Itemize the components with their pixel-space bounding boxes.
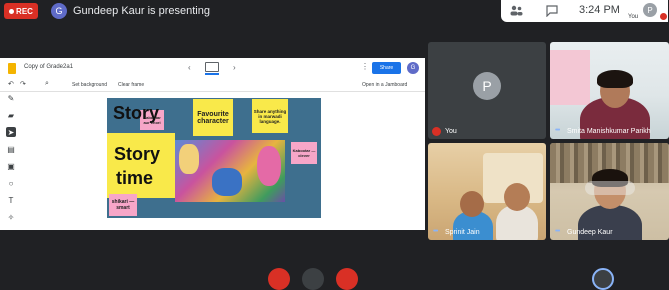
image-tool-icon[interactable]: ▣	[6, 161, 16, 171]
open-in-jamboard-button[interactable]: Open in a Jamboard	[362, 82, 407, 88]
story-title-line1: Story	[113, 103, 160, 123]
user-avatar[interactable]: P	[643, 3, 657, 17]
sticky-note-shikari[interactable]: shikari — smart	[109, 194, 137, 216]
participant-name: Sprinit Jain	[445, 229, 480, 236]
presenter-avatar: G	[51, 3, 67, 19]
activities-button[interactable]	[592, 268, 614, 290]
document-user-avatar[interactable]: G	[407, 62, 419, 74]
audio-level-icon: •••	[555, 228, 560, 235]
participant-name: Smita Manishkumar Parikh	[567, 128, 651, 135]
text-box-tool-icon[interactable]: T	[6, 195, 16, 205]
participant-name: Gundeep Kaur	[567, 229, 613, 236]
share-button[interactable]: Share	[372, 62, 401, 74]
audio-level-icon: •••	[433, 228, 438, 235]
wall-poster	[550, 50, 590, 105]
sticky-note-kabootar-clever[interactable]: Kabootar — clever	[291, 142, 317, 164]
document-title[interactable]: Copy of Grade2a1	[24, 64, 73, 70]
presentation-window: Copy of Grade2a1 ‹ › ⋮ Share G ↶ ↷ ⌕ Set…	[0, 58, 425, 230]
record-dot-icon	[9, 8, 15, 14]
participant-name: You	[445, 128, 457, 135]
participant-tile-sprinit[interactable]: ••• Sprinit Jain	[428, 143, 546, 240]
tool-palette: ✎ ▰ ➤ ▤ ▣ ○ T ✧	[4, 93, 18, 223]
notification-badge	[660, 13, 667, 20]
clear-frame-button[interactable]: Clear frame	[118, 82, 144, 88]
next-frame-icon[interactable]: ›	[233, 63, 236, 72]
user-label: You	[628, 14, 639, 20]
tile-controls-overlay[interactable]	[585, 181, 635, 195]
camera-toggle-button[interactable]	[302, 268, 324, 290]
sticky-note-favourite[interactable]: Favourite character	[193, 99, 233, 136]
circle-tool-icon[interactable]: ○	[6, 178, 16, 188]
mic-off-icon	[432, 127, 441, 136]
clock: 3:24 PM	[579, 4, 620, 16]
rec-label: REC	[16, 6, 33, 16]
leave-call-button[interactable]	[336, 268, 358, 290]
more-options-icon[interactable]: ⋮	[361, 62, 369, 71]
frame-indicator-icon[interactable]	[205, 62, 219, 72]
audio-level-icon: •••	[555, 127, 560, 134]
story-title-line2: time	[116, 168, 154, 188]
participant-head	[460, 191, 484, 217]
participant-tile-smita[interactable]: ••• Smita Manishkumar Parikh	[550, 42, 669, 139]
poster-figure	[257, 146, 281, 186]
eraser-tool-icon[interactable]: ▰	[6, 110, 16, 120]
laser-tool-icon[interactable]: ✧	[6, 212, 16, 222]
set-background-button[interactable]: Set background	[72, 82, 107, 88]
mic-toggle-button[interactable]	[268, 268, 290, 290]
poster-figure	[212, 168, 242, 196]
zoom-icon[interactable]: ⌕	[45, 80, 49, 88]
participant-hair	[597, 70, 633, 88]
chat-icon[interactable]	[545, 4, 559, 18]
redo-icon[interactable]: ↷	[20, 80, 26, 88]
sticky-note-share[interactable]: Share anything in marwadi language.	[252, 99, 288, 133]
participant-tile-you[interactable]: P You	[428, 42, 546, 139]
meeting-controls-bar	[0, 262, 669, 290]
participant-avatar: P	[473, 72, 501, 100]
participant-tile-gundeep[interactable]: ••• Gundeep Kaur	[550, 143, 669, 240]
story-title-line1: Story	[114, 144, 161, 164]
frame-progress-bar	[205, 73, 219, 75]
jamboard-logo-icon	[8, 63, 16, 74]
select-tool-icon[interactable]: ➤	[6, 127, 16, 137]
recording-badge: REC	[4, 3, 38, 19]
pen-tool-icon[interactable]: ✎	[6, 93, 16, 103]
sticky-note-tool-icon[interactable]: ▤	[6, 144, 16, 154]
people-icon[interactable]	[509, 4, 523, 18]
undo-icon[interactable]: ↶	[8, 80, 14, 88]
prev-frame-icon[interactable]: ‹	[188, 63, 191, 72]
participant-head	[504, 183, 530, 211]
presenting-status: Gundeep Kaur is presenting	[73, 5, 210, 17]
jamboard-toolbar: ↶ ↷ ⌕ Set background Clear frame Open in…	[0, 78, 425, 92]
poster-figure	[179, 144, 199, 174]
